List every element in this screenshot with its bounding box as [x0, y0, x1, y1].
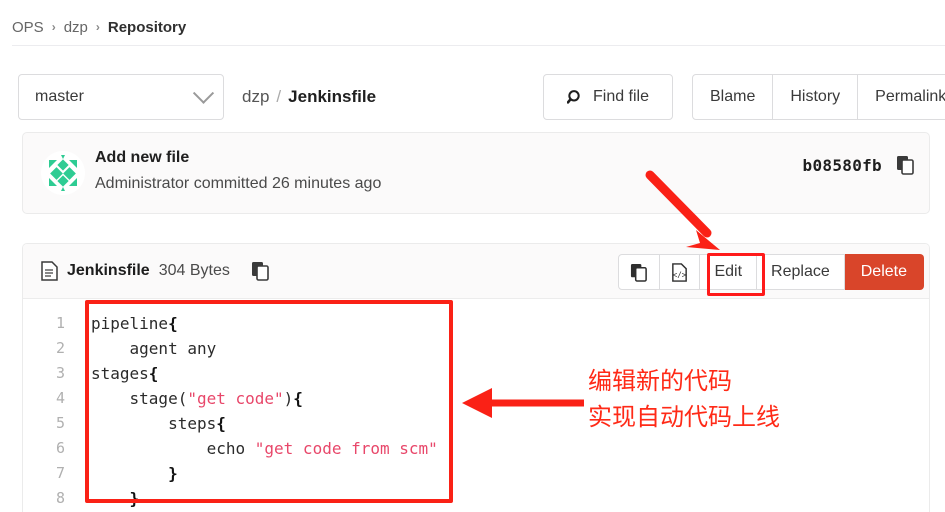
line-number[interactable]: 5 [23, 411, 65, 436]
delete-button[interactable]: Delete [844, 254, 924, 290]
code-line-numbers: 1 2 3 4 5 6 7 8 [23, 299, 73, 512]
line-number[interactable]: 4 [23, 386, 65, 411]
code-token: { [216, 414, 226, 433]
code-content: pipeline{ agent any stages{ stage("get co… [73, 299, 929, 512]
code-token: stages [91, 364, 149, 383]
code-token: ) [283, 389, 294, 408]
path-separator: / [276, 87, 282, 106]
code-token: steps [91, 414, 217, 433]
line-number[interactable]: 7 [23, 461, 65, 486]
document-icon [41, 261, 58, 281]
breadcrumb-separator-icon: › [51, 20, 56, 34]
code-line: agent any [91, 336, 929, 361]
code-token: agent any [91, 339, 217, 358]
breadcrumb-item-repository[interactable]: Repository [108, 19, 186, 36]
branch-selector[interactable]: master [18, 74, 224, 120]
line-number[interactable]: 3 [23, 361, 65, 386]
avatar [41, 151, 85, 195]
path-file-name: Jenkinsfile [288, 87, 377, 106]
code-view-icon: </> [672, 262, 688, 282]
annotation-note: 编辑新的代码 实现自动代码上线 [588, 363, 780, 435]
commit-text: Add new file Administrator committed 26 … [95, 145, 381, 197]
line-number[interactable]: 8 [23, 486, 65, 511]
file-size-label: 304 Bytes [158, 262, 230, 279]
code-token: { [293, 389, 303, 408]
breadcrumb-item-dzp[interactable]: dzp [64, 19, 88, 36]
breadcrumb-item-ops[interactable]: OPS [12, 19, 44, 36]
file-view-button-group: Blame History Permalink [692, 74, 945, 120]
code-token: } [129, 489, 140, 508]
line-number[interactable]: 1 [23, 311, 65, 336]
code-line: } [91, 486, 929, 511]
code-token: { [168, 314, 178, 333]
permalink-button[interactable]: Permalink [858, 74, 945, 120]
identicon-avatar-icon [41, 151, 85, 195]
commit-author-time: Administrator committed 26 minutes ago [95, 175, 382, 192]
file-path-breadcrumb: dzp / Jenkinsfile [242, 74, 376, 120]
file-title-group: Jenkinsfile 304 Bytes [41, 244, 270, 298]
chevron-down-icon [192, 82, 215, 104]
code-line: pipeline{ [91, 311, 929, 336]
header-divider [12, 45, 945, 46]
code-token: "get code from scm" [254, 439, 438, 458]
code-line: stage("get code"){ [91, 386, 929, 411]
line-number[interactable]: 2 [23, 336, 65, 361]
copy-contents-icon [631, 263, 648, 282]
code-token: { [148, 364, 159, 383]
copy-icon[interactable] [896, 155, 915, 175]
blame-button[interactable]: Blame [692, 74, 774, 120]
last-commit-card: Add new file Administrator committed 26 … [22, 132, 930, 214]
code-token: "get code" [187, 389, 284, 408]
find-file-label: Find file [592, 88, 650, 105]
code-line: stages{ [91, 361, 929, 386]
commit-message[interactable]: Add new file [95, 145, 381, 171]
path-project[interactable]: dzp [242, 87, 269, 107]
line-number[interactable]: 6 [23, 436, 65, 461]
replace-button[interactable]: Replace [757, 254, 845, 290]
code-token: stage( [91, 389, 188, 408]
breadcrumb-separator-icon: › [95, 20, 100, 34]
code-token: pipeline [91, 314, 169, 333]
code-line: steps{ [91, 411, 929, 436]
search-icon [566, 89, 580, 104]
repository-toolbar: master dzp / Jenkinsfile Find file Blame… [18, 74, 945, 122]
history-button[interactable]: History [773, 74, 859, 120]
copy-icon[interactable] [251, 261, 270, 281]
code-line: echo "get code from scm" [91, 436, 929, 461]
commit-sha-group: b08580fb [803, 155, 915, 175]
annotation-note-line-2: 实现自动代码上线 [588, 403, 780, 431]
edit-button[interactable]: Edit [700, 254, 758, 290]
file-action-button-group: </> Edit Replace Delete [618, 254, 924, 290]
file-name-label: Jenkinsfile [67, 262, 150, 279]
code-token: echo [91, 439, 255, 458]
breadcrumb: OPS › dzp › Repository [12, 12, 186, 42]
file-header: Jenkinsfile 304 Bytes </> Edit Replace D… [23, 244, 929, 299]
find-file-button[interactable]: Find file [543, 74, 673, 120]
annotation-note-line-1: 编辑新的代码 [588, 367, 732, 395]
code-token: } [168, 464, 178, 483]
open-raw-button[interactable]: </> [660, 254, 701, 290]
svg-text:</>: </> [673, 270, 687, 279]
branch-selector-label: master [35, 88, 84, 105]
code-line: } [91, 461, 929, 486]
commit-sha[interactable]: b08580fb [803, 156, 882, 175]
file-viewer-card: Jenkinsfile 304 Bytes </> Edit Replace D… [22, 243, 930, 512]
code-viewer: 1 2 3 4 5 6 7 8 pipeline{ agent any stage… [23, 299, 929, 512]
copy-contents-button[interactable] [618, 254, 661, 290]
